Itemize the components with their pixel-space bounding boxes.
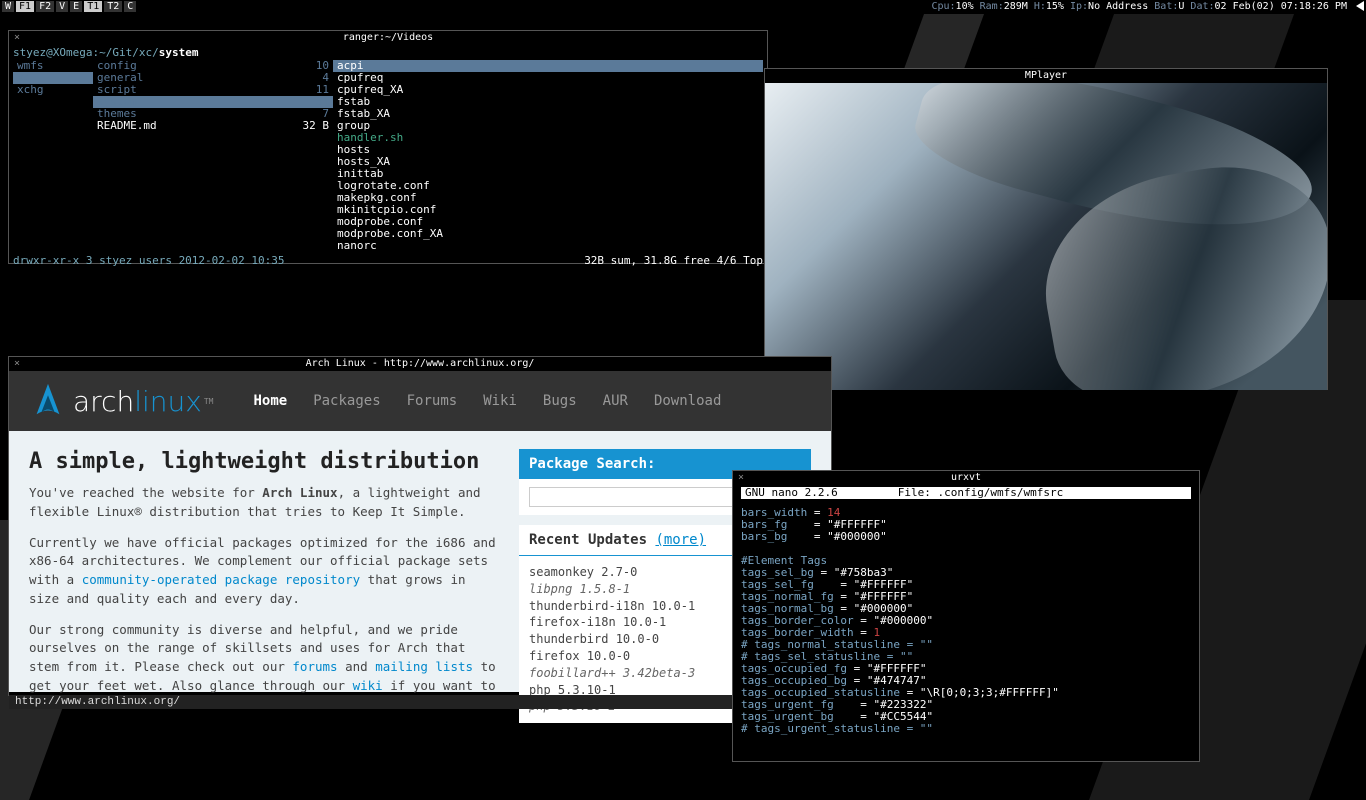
list-item[interactable]: acpi xyxy=(333,60,763,72)
nano-editor[interactable]: GNU nano 2.2.6File: .config/wmfs/wmfsrc … xyxy=(733,485,1199,737)
tag-F2[interactable]: F2 xyxy=(36,1,54,12)
nav-aur[interactable]: AUR xyxy=(603,393,628,409)
nav-wiki[interactable]: Wiki xyxy=(483,393,517,409)
main-nav[interactable]: Home Packages Forums Wiki Bugs AUR Download xyxy=(253,393,721,409)
main-content: A simple, lightweight distribution You'v… xyxy=(29,449,501,674)
list-item[interactable]: README.md32 B xyxy=(93,120,333,132)
nano-header: GNU nano 2.2.6File: .config/wmfs/wmfsrc xyxy=(741,487,1191,499)
list-item[interactable]: nanorc xyxy=(333,240,763,252)
nav-download[interactable]: Download xyxy=(654,393,721,409)
mplayer-title: MPlayer xyxy=(1025,70,1067,81)
list-item[interactable]: xchg xyxy=(13,84,93,96)
urxvt-window[interactable]: × urxvt GNU nano 2.2.6File: .config/wmfs… xyxy=(732,470,1200,762)
arch-logo[interactable]: archlinuxTM xyxy=(29,382,213,420)
list-item[interactable]: fstab_XA xyxy=(333,108,763,120)
repo-link[interactable]: community-operated package repository xyxy=(82,572,360,587)
close-icon[interactable]: × xyxy=(738,471,744,485)
recent-heading: Recent Updates xyxy=(529,532,655,548)
volume-icon[interactable] xyxy=(1356,1,1364,11)
forums-link[interactable]: forums xyxy=(292,659,337,674)
config-line: bars_bg = "#000000" xyxy=(741,531,1191,543)
nano-body[interactable]: bars_width = 14bars_fg = "#FFFFFF"bars_b… xyxy=(741,507,1191,735)
mplayer-titlebar: MPlayer xyxy=(765,69,1327,83)
nav-bugs[interactable]: Bugs xyxy=(543,393,577,409)
nav-home[interactable]: Home xyxy=(253,393,287,409)
ranger-window[interactable]: × ranger:~/Videos styez@XOmega:~/Git/xc/… xyxy=(8,30,768,264)
list-item[interactable]: modprobe.conf_XA xyxy=(333,228,763,240)
site-header: archlinuxTM Home Packages Forums Wiki Bugs AU… xyxy=(9,371,831,431)
ranger-titlebar: × ranger:~/Videos xyxy=(9,31,767,45)
browser-title: Arch Linux - http://www.archlinux.org/ xyxy=(306,358,535,369)
page-heading: A simple, lightweight distribution xyxy=(29,449,501,474)
status-bar: WF1F2VET1T2C Cpu:10% Ram:289M H:15% Ip:N… xyxy=(0,0,1366,14)
mplayer-window[interactable]: MPlayer BLUE ST xyxy=(764,68,1328,390)
urxvt-titlebar: × urxvt xyxy=(733,471,1199,485)
video-frame: BLUE ST xyxy=(765,83,1327,390)
tag-F1[interactable]: F1 xyxy=(16,1,34,12)
video-overlay-text: BLUE ST xyxy=(765,83,775,390)
mailing-lists-link[interactable]: mailing lists xyxy=(375,659,473,674)
more-link[interactable]: (more) xyxy=(655,532,706,548)
list-item[interactable]: cpufreq_XA xyxy=(333,84,763,96)
tag-C[interactable]: C xyxy=(124,1,136,12)
ranger-title: ranger:~/Videos xyxy=(343,32,433,43)
config-line: # tags_urgent_statusline = "" xyxy=(741,723,1191,735)
wiki-link[interactable]: wiki xyxy=(353,678,383,693)
tag-T1[interactable]: T1 xyxy=(84,1,102,12)
nav-forums[interactable]: Forums xyxy=(407,393,458,409)
arch-logo-icon xyxy=(29,382,67,420)
close-icon[interactable]: × xyxy=(14,31,20,45)
list-item[interactable]: handler.sh xyxy=(333,132,763,144)
ranger-col-current[interactable]: config10general4script11system31themes7R… xyxy=(93,60,333,255)
list-item[interactable]: hosts_XA xyxy=(333,156,763,168)
tag-E[interactable]: E xyxy=(70,1,82,12)
nav-packages[interactable]: Packages xyxy=(313,393,380,409)
tag-T2[interactable]: T2 xyxy=(104,1,122,12)
browser-window[interactable]: × Arch Linux - http://www.archlinux.org/… xyxy=(8,356,832,696)
ranger-col-preview[interactable]: acpicpufreqcpufreq_XAfstabfstab_XAgrouph… xyxy=(333,60,763,255)
browser-statusbar: http://www.archlinux.org/ xyxy=(9,695,831,709)
urxvt-title: urxvt xyxy=(951,472,981,483)
ranger-path: styez@XOmega:~/Git/xc/system xyxy=(13,47,763,59)
workspace-tags[interactable]: WF1F2VET1T2C xyxy=(2,0,138,14)
list-item[interactable]: fstab xyxy=(333,96,763,108)
list-item[interactable]: hosts xyxy=(333,144,763,156)
tag-W[interactable]: W xyxy=(2,1,14,12)
tag-V[interactable]: V xyxy=(56,1,68,12)
browser-titlebar: × Arch Linux - http://www.archlinux.org/ xyxy=(9,357,831,371)
close-icon[interactable]: × xyxy=(14,357,20,371)
ranger-col-parent[interactable]: wmfsxcxchg xyxy=(13,60,93,255)
ranger-statusline: drwxr-xr-x 3 styez users 2012-02-02 10:3… xyxy=(13,255,763,267)
status-info: Cpu:10% Ram:289M H:15% Ip:No Address Bat… xyxy=(931,0,1364,14)
